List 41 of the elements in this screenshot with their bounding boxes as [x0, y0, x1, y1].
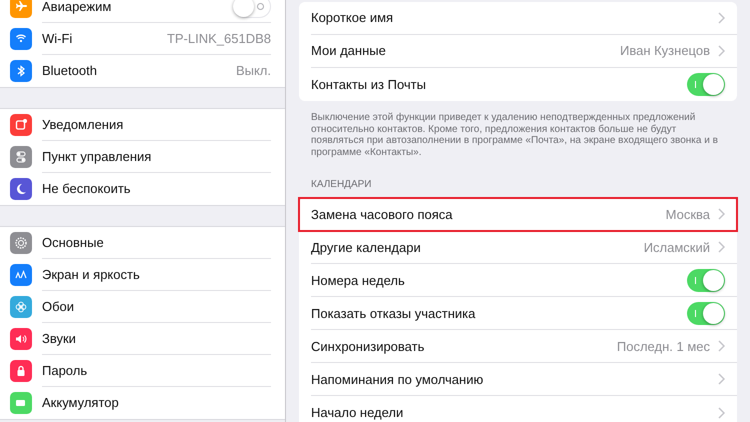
section-header: КАЛЕНДАРИ: [310, 178, 372, 192]
menu-item[interactable]: Пункт управления: [42, 146, 152, 166]
chevron-icon: [718, 208, 725, 220]
toggle-switch[interactable]: [687, 73, 725, 96]
menu-item[interactable]: Не беспокоить: [42, 179, 131, 199]
setting-label[interactable]: Номера недель: [311, 270, 405, 290]
menu-item[interactable]: Wi-Fi: [42, 28, 72, 48]
menu-item[interactable]: Обои: [42, 296, 74, 316]
status-value: Выкл.: [236, 62, 271, 80]
setting-label[interactable]: Напоминания по умолчанию: [311, 370, 484, 390]
setting-value: Иван Кузнецов: [620, 42, 710, 60]
menu-item[interactable]: Аккумулятор: [42, 393, 119, 413]
chevron-icon: [718, 241, 725, 254]
footnote-text: Выключение этой функции приведет к удалению неподтвержденных предложений относительно контактов. Кроме того, предложения контактов больше не будут появляться при автозаполнении в программе «Почта», на экране входящего звонка и в программе «Контакты».: [310, 111, 719, 158]
setting-value: Последн. 1 мес: [616, 338, 710, 356]
chevron-icon: [718, 373, 725, 386]
setting-label[interactable]: Короткое имя: [311, 8, 394, 28]
setting-label[interactable]: Синхронизировать: [311, 336, 424, 356]
toggle-switch[interactable]: [233, 0, 271, 18]
menu-item[interactable]: Bluetooth: [42, 61, 97, 81]
chevron-icon: [718, 45, 725, 57]
toggle-switch[interactable]: [687, 302, 725, 325]
setting-value: Москва: [666, 206, 710, 224]
menu-item[interactable]: Экран и яркость: [42, 264, 140, 284]
setting-label[interactable]: Показать отказы участника: [311, 304, 476, 324]
menu-item[interactable]: Авиарежим: [42, 0, 112, 16]
setting-label[interactable]: Замена часового пояса: [311, 204, 452, 224]
setting-label[interactable]: Начало недели: [311, 403, 404, 422]
chevron-icon: [718, 12, 725, 24]
menu-item[interactable]: Звуки: [42, 328, 76, 348]
setting-label[interactable]: Контакты из Почты: [311, 74, 426, 94]
chevron-icon: [718, 406, 725, 419]
menu-item[interactable]: Уведомления: [42, 114, 124, 134]
menu-item[interactable]: Пароль: [42, 360, 88, 380]
status-value: TP-LINK_651DB8: [166, 30, 271, 48]
chevron-icon: [718, 340, 725, 352]
setting-value: Исламский: [644, 238, 710, 257]
setting-label[interactable]: Другие календари: [311, 238, 421, 258]
setting-label[interactable]: Мои данные: [311, 41, 386, 61]
toggle-switch[interactable]: [687, 268, 725, 292]
menu-item[interactable]: Основные: [42, 232, 104, 252]
